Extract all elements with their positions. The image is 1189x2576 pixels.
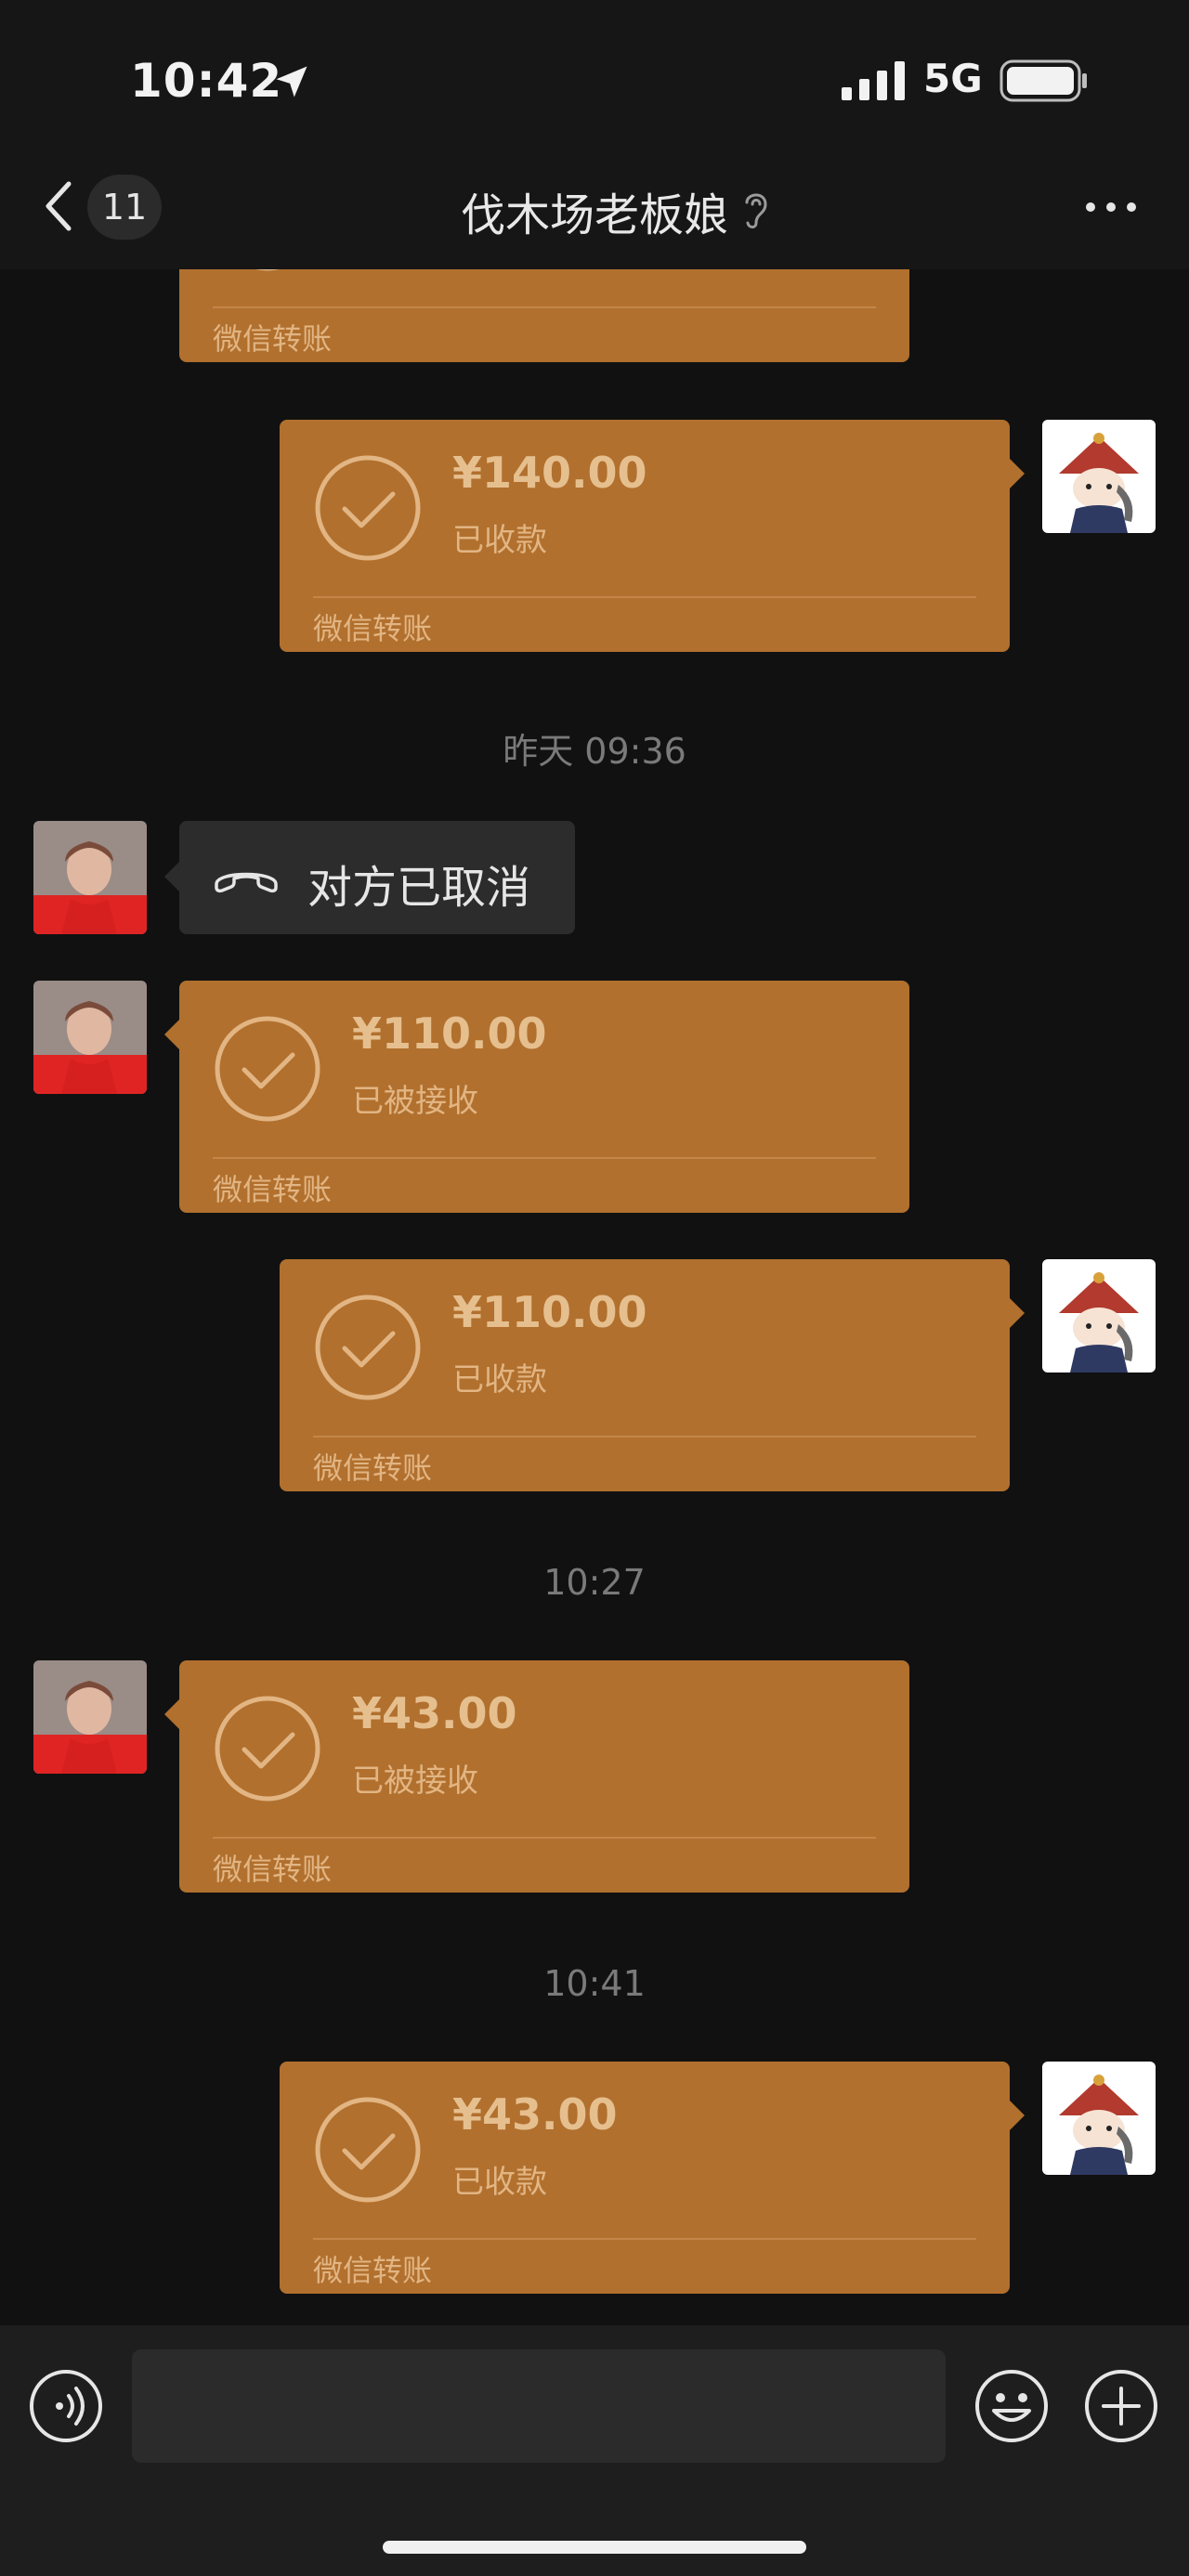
cartoon-avatar-icon	[1042, 420, 1156, 533]
contact-photo-icon	[33, 1660, 147, 1774]
more-options-icon[interactable]	[1081, 193, 1141, 221]
network-type: 5G	[923, 56, 983, 101]
call-status-text: 对方已取消	[307, 862, 531, 914]
check-circle-icon	[315, 455, 421, 561]
check-circle-icon	[315, 2097, 421, 2203]
transfer-divider	[213, 1157, 876, 1159]
check-circle-icon	[215, 1696, 320, 1802]
contact-photo-icon	[33, 821, 147, 934]
transfer-card[interactable]: ¥110.00 已收款 微信转账	[280, 1259, 1025, 1491]
contact-photo-icon	[33, 981, 147, 1094]
my-avatar[interactable]	[1042, 2062, 1156, 2175]
transfer-status: 已收款	[452, 2164, 547, 2201]
cartoon-avatar-icon	[1042, 1259, 1156, 1373]
transfer-divider	[313, 1436, 976, 1438]
voice-icon[interactable]	[28, 2368, 104, 2444]
timestamp: 昨天 09:36	[503, 731, 686, 772]
transfer-divider	[313, 2238, 976, 2240]
transfer-amount: ¥43.00	[352, 1688, 517, 1738]
status-time: 10:42	[130, 54, 283, 108]
transfer-label: 微信转账	[313, 2253, 433, 2288]
transfer-status: 已收款	[452, 1361, 547, 1399]
transfer-divider	[213, 306, 876, 308]
transfer-amount: ¥110.00	[452, 1287, 647, 1337]
transfer-label: 微信转账	[313, 1451, 433, 1486]
my-avatar[interactable]	[1042, 420, 1156, 533]
call-record-bubble[interactable]: 对方已取消	[164, 821, 575, 934]
chat-screen: 10:42 5G 11 伐木场老板娘 微信转账 ¥140.00 已收款 微信转账…	[0, 0, 1189, 2576]
contact-avatar[interactable]	[33, 981, 147, 1094]
signal-bars-icon	[842, 61, 905, 100]
transfer-divider	[313, 596, 976, 598]
transfer-card[interactable]: ¥43.00 已收款 微信转账	[280, 2062, 1025, 2294]
plus-icon[interactable]	[1083, 2368, 1159, 2444]
my-avatar[interactable]	[1042, 1259, 1156, 1373]
message-list[interactable]: 微信转账 ¥140.00 已收款 微信转账 昨天 09:36 对方已取消 ¥11…	[0, 269, 1189, 2325]
transfer-status: 已被接收	[352, 1763, 478, 1800]
transfer-label: 微信转账	[213, 1852, 333, 1887]
transfer-divider	[213, 1837, 876, 1839]
ear-icon	[745, 193, 767, 228]
contact-avatar[interactable]	[33, 821, 147, 934]
home-indicator[interactable]	[383, 2541, 806, 2554]
input-bar	[0, 2325, 1189, 2576]
transfer-label: 微信转账	[213, 1172, 333, 1207]
timestamp: 10:27	[543, 1562, 646, 1603]
transfer-card[interactable]: 微信转账	[179, 269, 909, 362]
message-input[interactable]	[132, 2349, 946, 2463]
check-circle-icon	[315, 1295, 421, 1400]
transfer-status: 已收款	[452, 522, 547, 559]
transfer-card[interactable]: ¥140.00 已收款 微信转账	[280, 420, 1025, 652]
transfer-amount: ¥140.00	[452, 448, 647, 498]
transfer-card[interactable]: ¥110.00 已被接收 微信转账	[164, 981, 909, 1213]
timestamp: 10:41	[543, 1963, 646, 2004]
phone-hangup-icon	[215, 872, 278, 893]
chat-title: 伐木场老板娘	[460, 189, 728, 241]
cartoon-avatar-icon	[1042, 2062, 1156, 2175]
status-bar: 10:42 5G	[0, 0, 1189, 158]
contact-avatar[interactable]	[33, 1660, 147, 1774]
transfer-label: 微信转账	[313, 611, 433, 646]
battery-icon	[1000, 59, 1087, 102]
check-circle-icon	[215, 1016, 320, 1122]
emoji-icon[interactable]	[973, 2368, 1050, 2444]
transfer-amount: ¥43.00	[452, 2089, 618, 2140]
check-circle-icon	[255, 269, 280, 271]
transfer-card[interactable]: ¥43.00 已被接收 微信转账	[164, 1660, 909, 1893]
nav-bar: 11 伐木场老板娘	[0, 158, 1189, 269]
location-arrow-icon	[276, 66, 307, 98]
transfer-status: 已被接收	[352, 1083, 478, 1120]
transfer-label: 微信转账	[213, 321, 333, 357]
transfer-amount: ¥110.00	[352, 1008, 547, 1059]
